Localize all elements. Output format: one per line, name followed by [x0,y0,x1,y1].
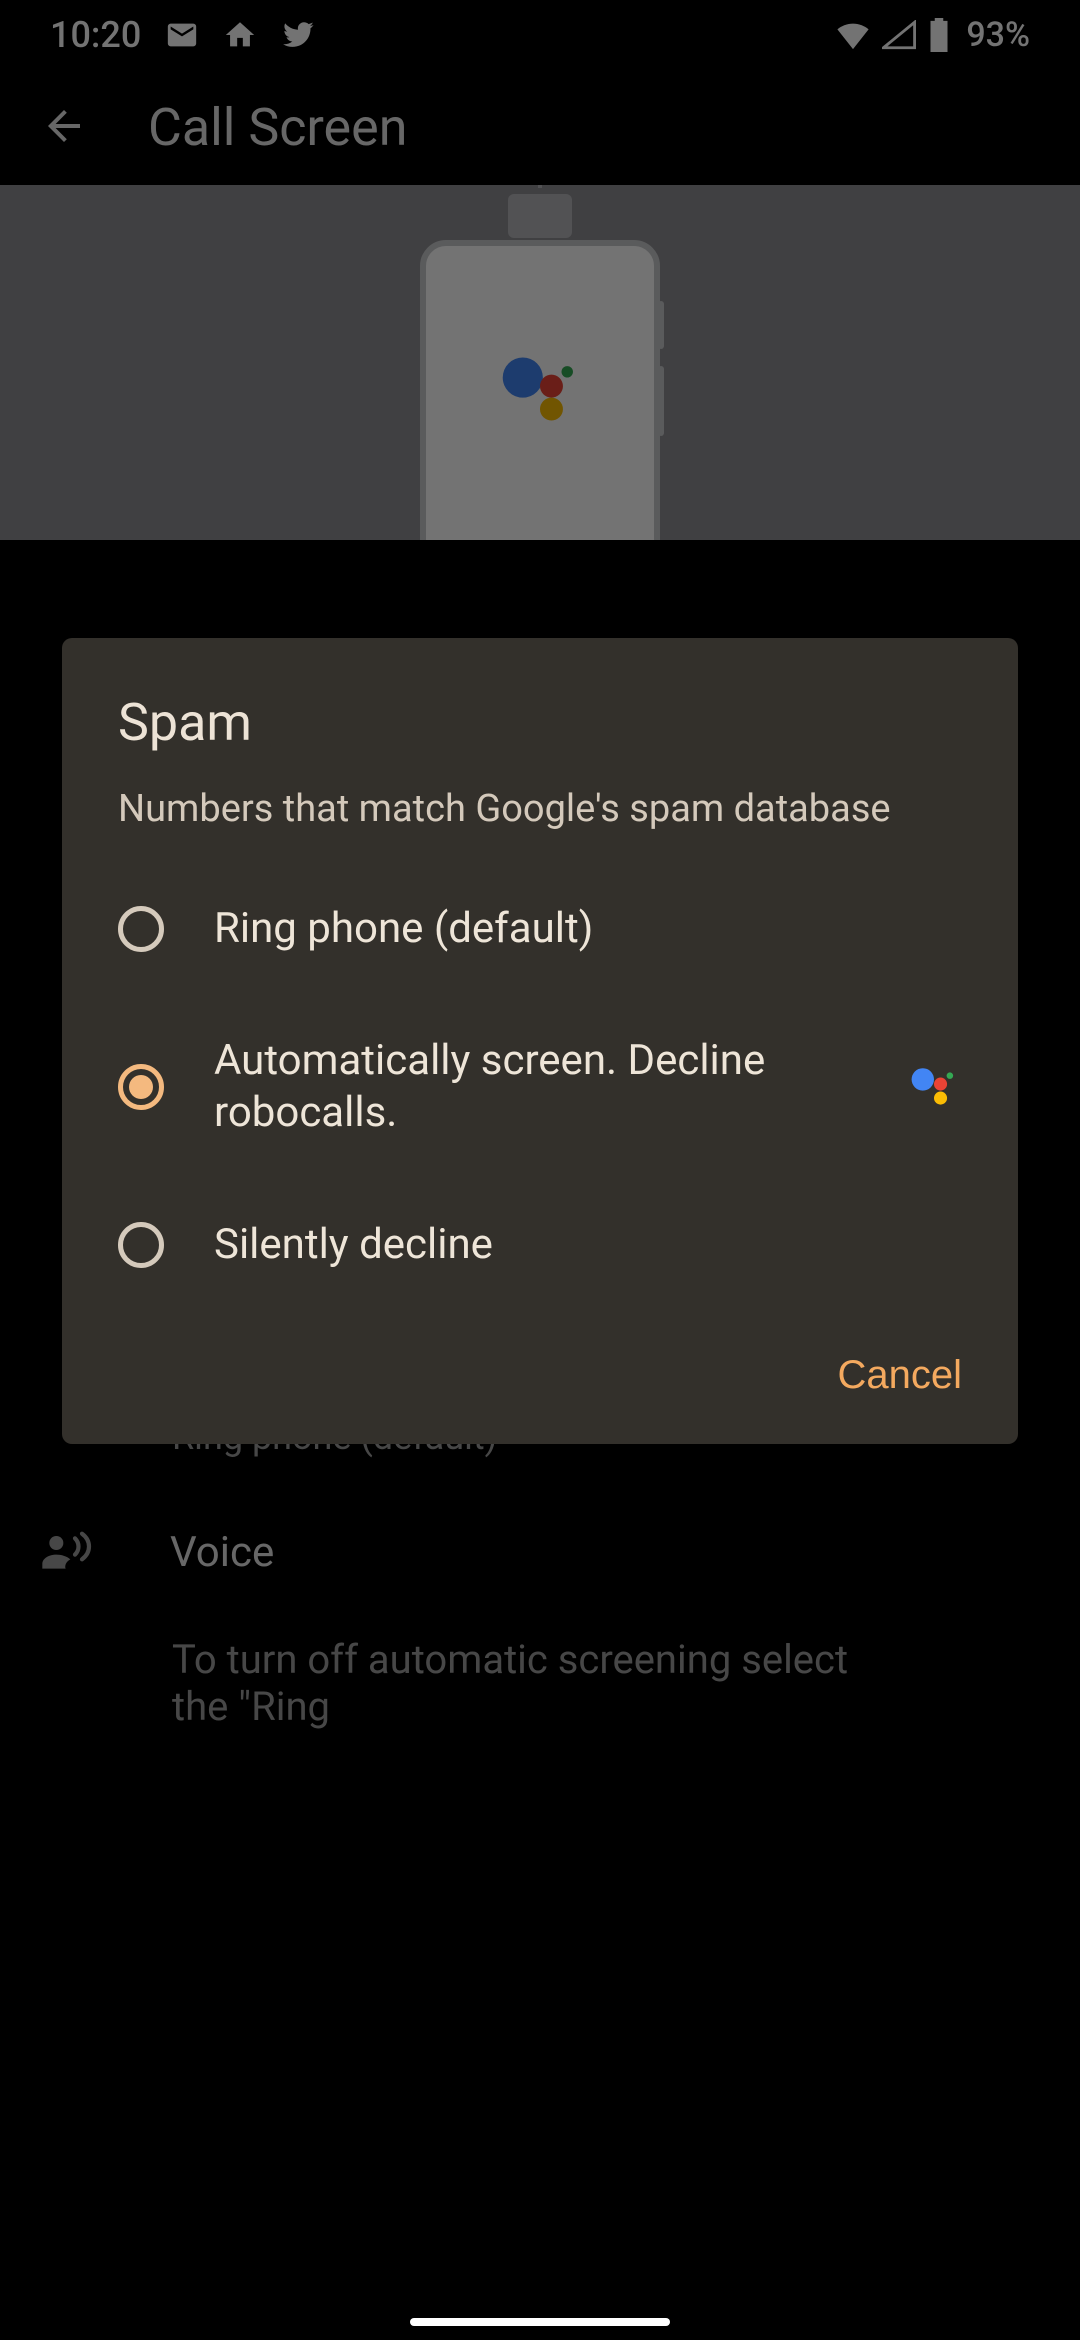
option-label: Automatically screen. Decline robocalls. [214,1035,856,1139]
option-ring-phone[interactable]: Ring phone (default) [62,863,1018,995]
option-auto-screen[interactable]: Automatically screen. Decline robocalls. [62,995,1018,1179]
option-label: Silently decline [214,1219,962,1271]
option-label: Ring phone (default) [214,903,962,955]
nav-handle[interactable] [410,2318,670,2326]
radio-icon [118,1222,164,1268]
option-silently-decline[interactable]: Silently decline [62,1179,1018,1311]
dialog-actions: Cancel [62,1335,1018,1416]
assistant-icon [906,1057,962,1117]
dialog-options: Ring phone (default) Automatically scree… [62,839,1018,1335]
radio-icon [118,906,164,952]
spam-dialog: Spam Numbers that match Google's spam da… [62,638,1018,1444]
dialog-title: Spam [62,692,1018,753]
dialog-subtitle: Numbers that match Google's spam databas… [62,753,1018,839]
radio-icon [118,1064,164,1110]
cancel-button[interactable]: Cancel [837,1353,962,1398]
